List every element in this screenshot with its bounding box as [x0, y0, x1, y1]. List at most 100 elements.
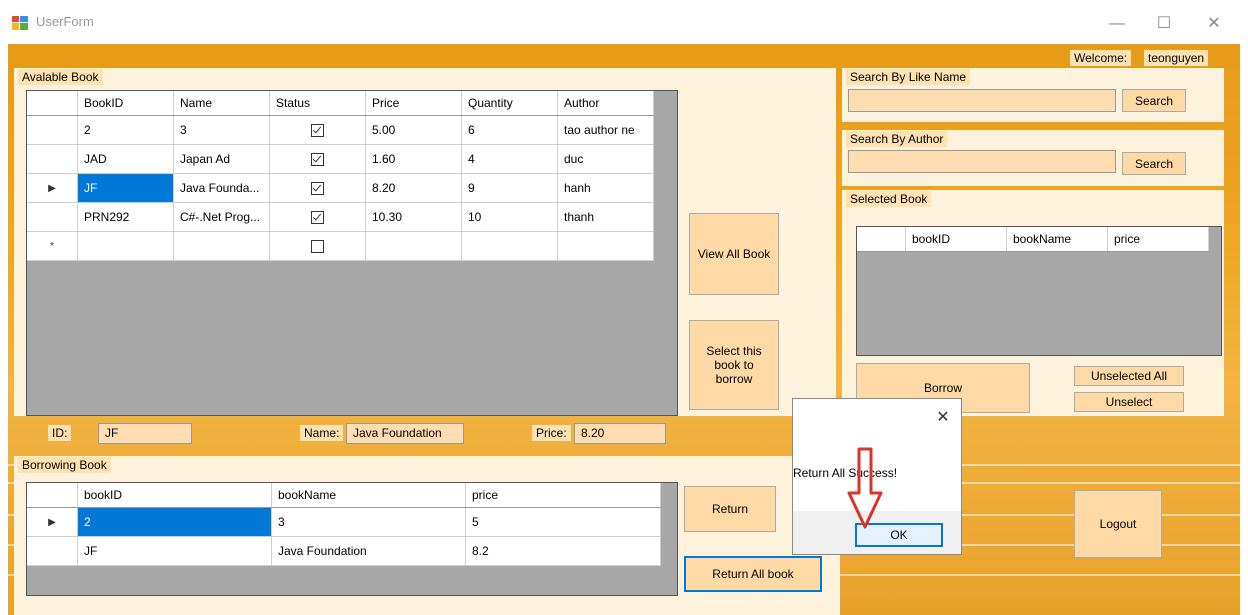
row-header-new[interactable]: * — [27, 231, 78, 261]
cell-bookid[interactable]: PRN292 — [77, 202, 174, 232]
checkbox-checked[interactable] — [311, 153, 324, 167]
cell-name[interactable] — [173, 231, 270, 261]
cell-bookname[interactable]: 3 — [271, 507, 466, 537]
col-price[interactable]: Price — [365, 91, 462, 116]
table-row[interactable]: JAD Japan Ad 1.60 4 duc — [27, 144, 654, 174]
col-name[interactable]: Name — [173, 91, 270, 116]
cell-quantity[interactable]: 4 — [461, 144, 558, 174]
table-row[interactable]: PRN292 C#-.Net Prog... 10.30 10 thanh — [27, 202, 654, 232]
cell-author[interactable] — [557, 231, 654, 261]
checkbox-unchecked[interactable] — [311, 240, 324, 254]
search-name-button[interactable]: Search — [1122, 89, 1186, 112]
cell-bookid-selected[interactable]: JF — [77, 173, 174, 203]
cell-status[interactable] — [269, 231, 366, 261]
search-author-button[interactable]: Search — [1122, 152, 1186, 175]
cell-quantity[interactable]: 6 — [461, 115, 558, 145]
cell-bookid[interactable]: JAD — [77, 144, 174, 174]
select-book-button[interactable]: Select this book to borrow — [689, 320, 779, 410]
cell-name[interactable]: C#-.Net Prog... — [173, 202, 270, 232]
selected-book-grid[interactable]: bookID bookName price — [856, 226, 1222, 356]
cell-quantity[interactable] — [461, 231, 558, 261]
price-field[interactable]: 8.20 — [574, 423, 666, 444]
cell-name[interactable]: Japan Ad — [173, 144, 270, 174]
available-book-caption: Avalable Book — [18, 69, 103, 85]
search-name-panel: Search By Like Name Search — [842, 68, 1224, 122]
grid-header-row: bookID bookName price — [857, 227, 1209, 252]
form-client-area: Welcome: teonguyen Avalable Book BookID … — [8, 44, 1240, 615]
checkbox-checked[interactable] — [311, 211, 324, 225]
search-name-caption: Search By Like Name — [846, 69, 971, 85]
col-bookname[interactable]: bookName — [271, 483, 466, 508]
col-status[interactable]: Status — [269, 91, 366, 116]
unselect-button[interactable]: Unselect — [1074, 392, 1184, 412]
cell-author[interactable]: duc — [557, 144, 654, 174]
app-icon — [12, 16, 28, 30]
cell-author[interactable]: tao author ne — [557, 115, 654, 145]
row-header[interactable] — [27, 202, 78, 232]
cell-status[interactable] — [269, 144, 366, 174]
checkbox-checked[interactable] — [311, 182, 324, 196]
borrowing-book-caption: Borrowing Book — [18, 457, 111, 473]
cell-quantity[interactable]: 9 — [461, 173, 558, 203]
row-header[interactable] — [27, 115, 78, 145]
cell-status[interactable] — [269, 173, 366, 203]
id-field[interactable]: JF — [98, 423, 192, 444]
row-header-current[interactable]: ▶ — [27, 173, 78, 203]
price-label: Price: — [532, 425, 571, 441]
cell-name[interactable]: Java Founda... — [173, 173, 270, 203]
title-bar[interactable]: UserForm — ☐ ✕ — [0, 0, 1248, 44]
row-header[interactable] — [27, 144, 78, 174]
cell-price[interactable]: 8.20 — [365, 173, 462, 203]
new-row[interactable]: * — [27, 231, 654, 261]
cell-status[interactable] — [269, 202, 366, 232]
cell-price[interactable] — [365, 231, 462, 261]
cell-bookid[interactable]: JF — [77, 536, 272, 566]
minimize-button[interactable]: — — [1097, 10, 1137, 38]
col-author[interactable]: Author — [557, 91, 654, 116]
cell-bookid[interactable] — [77, 231, 174, 261]
logout-button[interactable]: Logout — [1074, 490, 1162, 558]
col-bookname[interactable]: bookName — [1006, 227, 1108, 252]
name-field[interactable]: Java Foundation — [346, 423, 464, 444]
table-row[interactable]: ▶ JF Java Founda... 8.20 9 hanh — [27, 173, 654, 203]
row-header-current[interactable]: ▶ — [27, 507, 78, 537]
cell-name[interactable]: 3 — [173, 115, 270, 145]
cell-price[interactable]: 5.00 — [365, 115, 462, 145]
col-bookid[interactable]: BookID — [77, 91, 174, 116]
checkbox-checked[interactable] — [311, 124, 324, 138]
cell-price[interactable]: 8.2 — [465, 536, 661, 566]
row-header[interactable] — [27, 536, 78, 566]
return-all-book-button[interactable]: Return All book — [684, 556, 822, 592]
col-quantity[interactable]: Quantity — [461, 91, 558, 116]
maximize-button[interactable]: ☐ — [1144, 10, 1184, 38]
cell-bookid-selected[interactable]: 2 — [77, 507, 272, 537]
available-book-grid[interactable]: BookID Name Status Price Quantity Author… — [26, 90, 678, 416]
search-author-input[interactable] — [848, 150, 1116, 173]
unselected-all-button[interactable]: Unselected All — [1074, 366, 1184, 386]
return-button[interactable]: Return — [684, 486, 776, 532]
cell-bookname[interactable]: Java Foundation — [271, 536, 466, 566]
borrowing-book-grid[interactable]: bookID bookName price ▶ 2 3 5 JF Java Fo… — [26, 482, 678, 596]
cell-author[interactable]: hanh — [557, 173, 654, 203]
window-title: UserForm — [36, 14, 94, 29]
search-author-panel: Search By Author Search — [842, 130, 1224, 186]
cell-status[interactable] — [269, 115, 366, 145]
close-button[interactable]: ✕ — [1194, 10, 1234, 38]
cell-price[interactable]: 10.30 — [365, 202, 462, 232]
col-price[interactable]: price — [1107, 227, 1209, 252]
cell-price[interactable]: 5 — [465, 507, 661, 537]
col-bookid[interactable]: bookID — [905, 227, 1007, 252]
search-name-input[interactable] — [848, 89, 1116, 112]
message-dialog[interactable]: ✕ Return All Success! OK — [792, 398, 962, 555]
col-price[interactable]: price — [465, 483, 661, 508]
cell-bookid[interactable]: 2 — [77, 115, 174, 145]
cell-price[interactable]: 1.60 — [365, 144, 462, 174]
col-bookid[interactable]: bookID — [77, 483, 272, 508]
cell-author[interactable]: thanh — [557, 202, 654, 232]
table-row[interactable]: ▶ 2 3 5 — [27, 507, 661, 537]
dialog-close-button[interactable]: ✕ — [931, 407, 955, 429]
view-all-book-button[interactable]: View All Book — [689, 213, 779, 295]
cell-quantity[interactable]: 10 — [461, 202, 558, 232]
table-row[interactable]: 2 3 5.00 6 tao author ne — [27, 115, 654, 145]
table-row[interactable]: JF Java Foundation 8.2 — [27, 536, 661, 566]
